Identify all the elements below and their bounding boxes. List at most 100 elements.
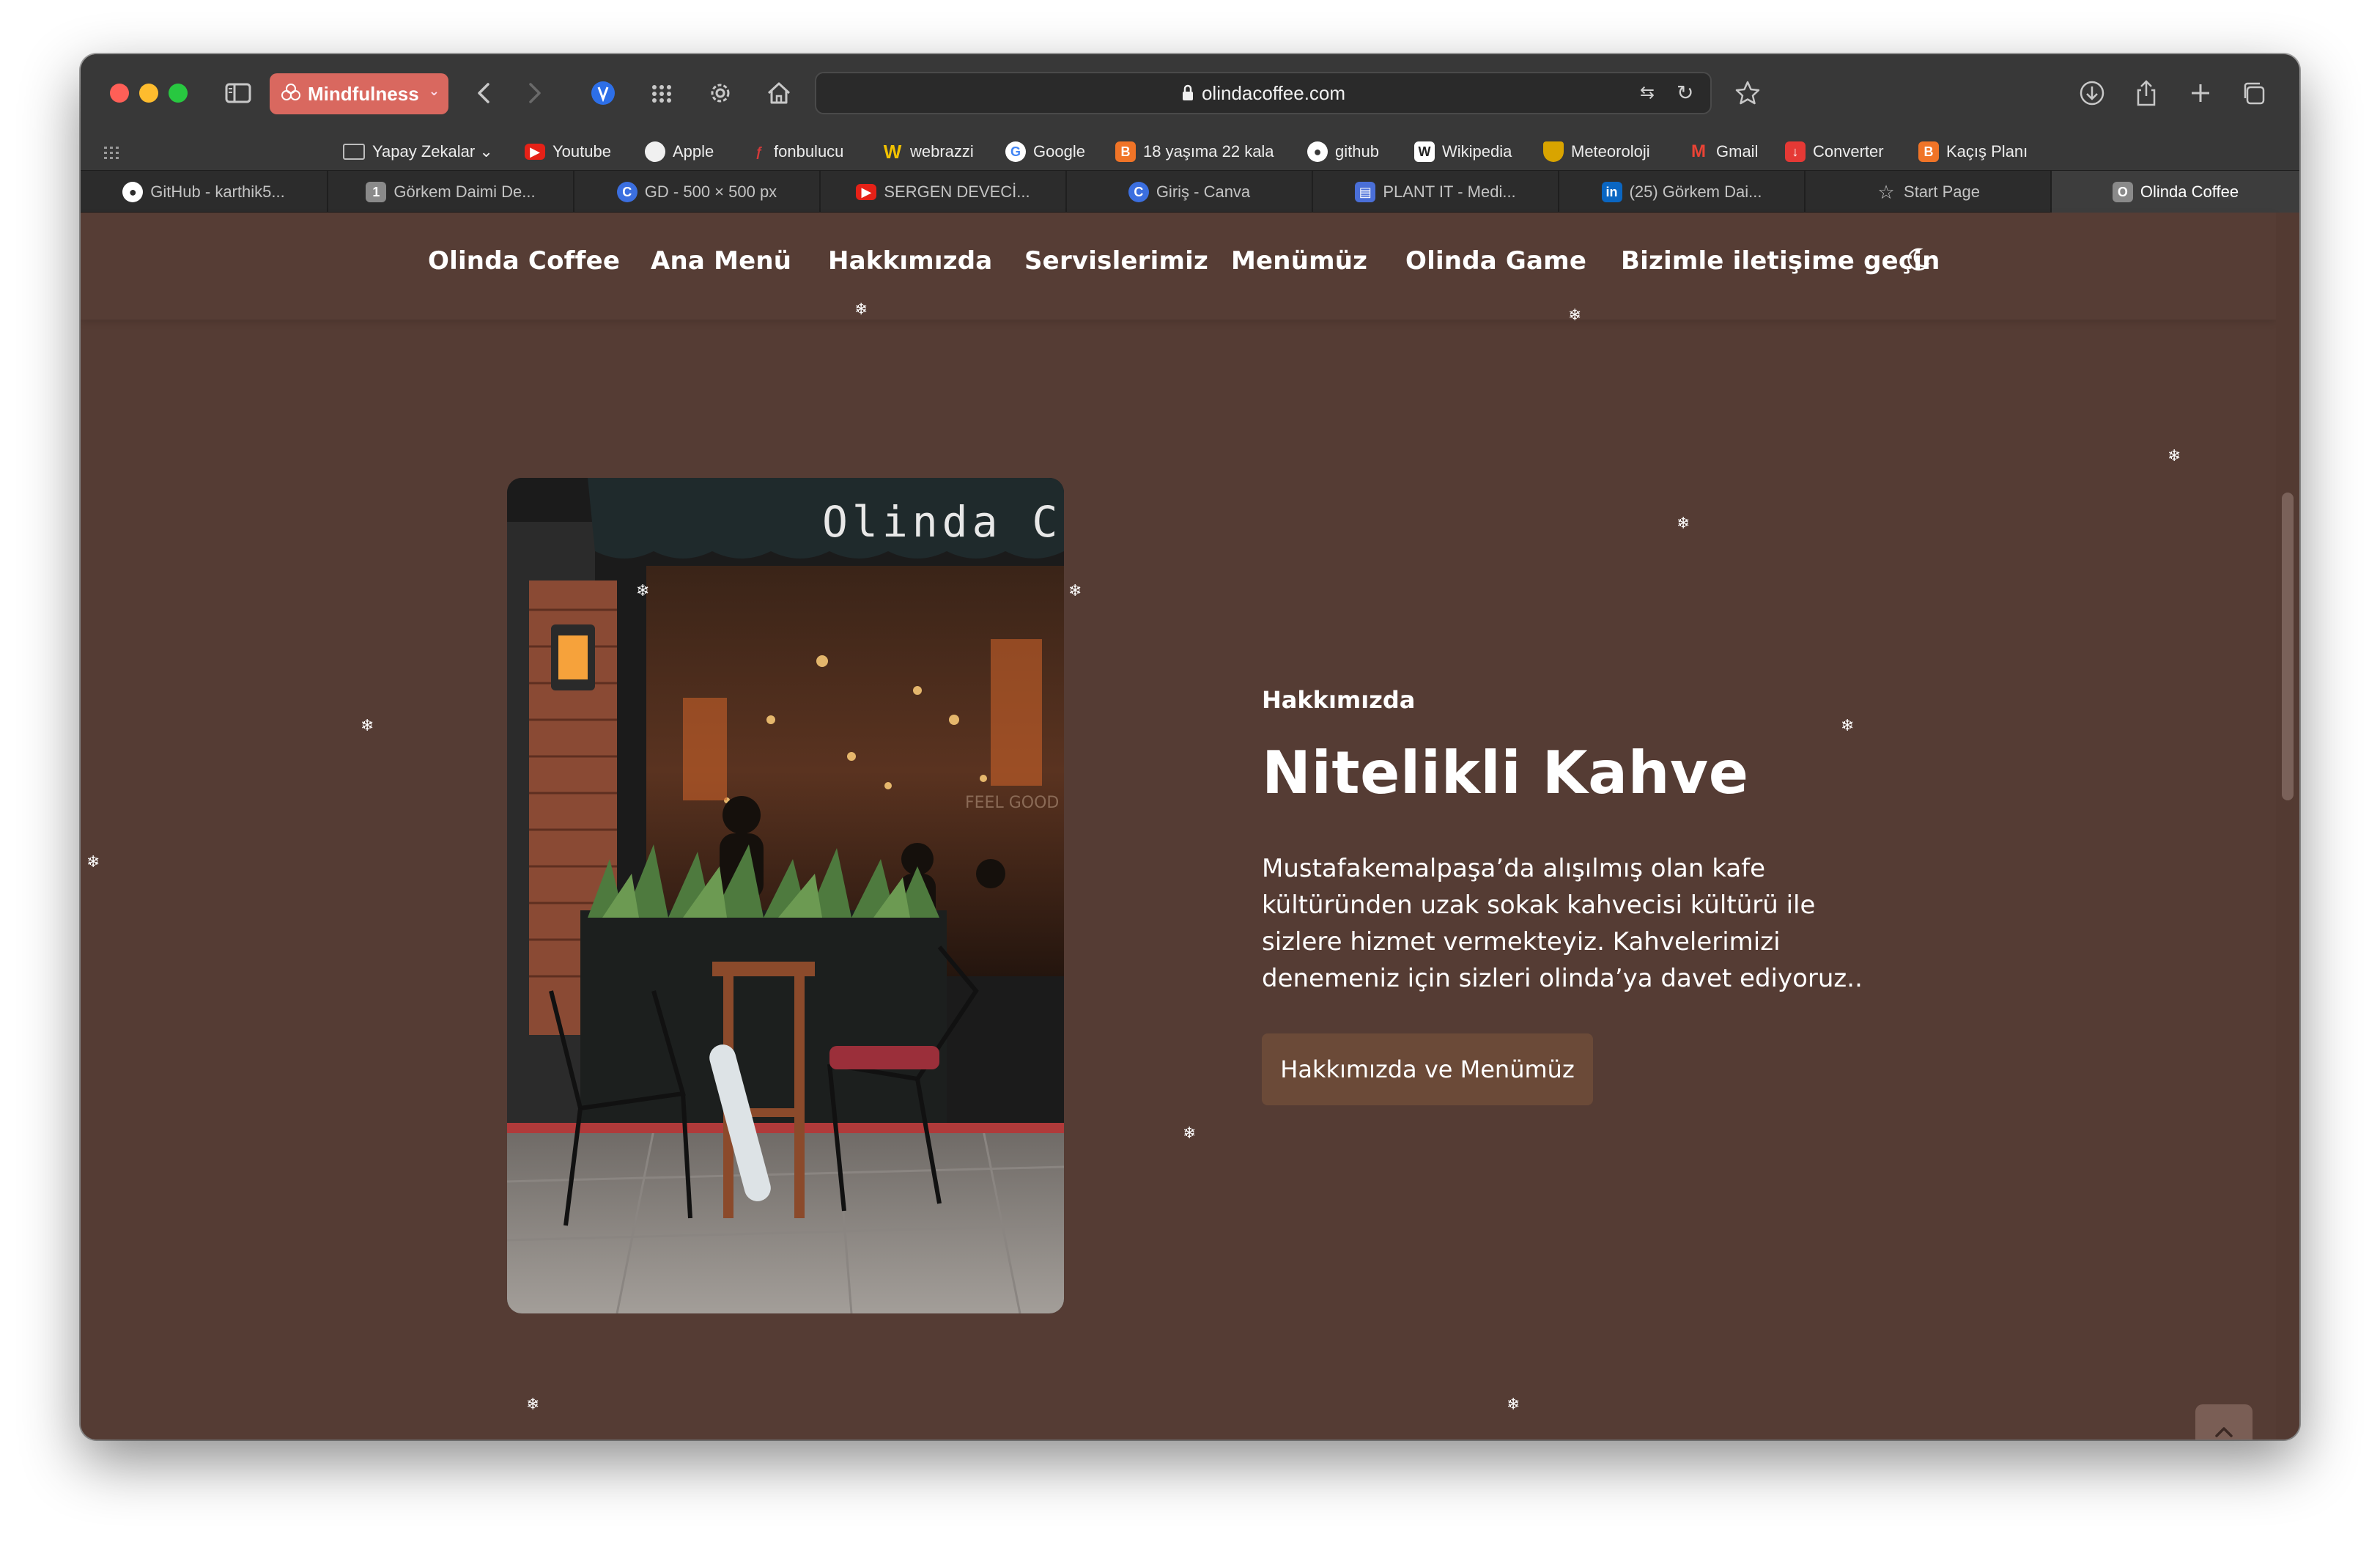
nav-menumuz[interactable]: Menümüz <box>1231 246 1367 276</box>
folder-icon <box>343 144 365 160</box>
section-label: Hakkımızda <box>1262 686 1416 714</box>
webrazzi-icon: W <box>883 140 902 163</box>
tab-olinda-coffee[interactable]: O Olinda Coffee <box>2052 171 2299 213</box>
back-icon[interactable] <box>468 76 501 110</box>
linkedin-icon: in <box>1601 182 1622 202</box>
apps-grid-icon[interactable] <box>645 76 679 110</box>
nav-servislerimiz[interactable]: Servislerimiz <box>1024 246 1208 276</box>
bookmark-kacis-plani[interactable]: B Kaçış Planı <box>1918 139 2028 164</box>
new-tab-icon[interactable] <box>2184 76 2217 110</box>
nav-olinda-game[interactable]: Olinda Game <box>1405 246 1586 276</box>
apple-icon <box>645 141 665 162</box>
bookmark-apple[interactable]: Apple <box>645 139 714 164</box>
nav-brand[interactable]: Olinda Coffee <box>428 246 620 276</box>
scroll-to-top-button[interactable] <box>2195 1404 2252 1440</box>
youtube-icon: ▶ <box>856 184 877 200</box>
tab-gd-canva[interactable]: C GD - 500 × 500 px <box>574 171 821 213</box>
star-icon: ☆ <box>1877 180 1895 203</box>
wikipedia-icon: W <box>1414 141 1435 162</box>
google-icon: G <box>1005 141 1026 162</box>
tab-start-page[interactable]: ☆ Start Page <box>1806 171 2052 213</box>
bookmark-fonbulucu[interactable]: ƒ fonbulucu <box>752 139 843 164</box>
olinda-icon: O <box>2112 182 2133 202</box>
snowflake-icon: ❄ <box>636 582 650 600</box>
tab-sergen-deveci[interactable]: ▶ SERGEN DEVECİ... <box>821 171 1067 213</box>
reload-icon[interactable]: ↻ <box>1677 81 1699 106</box>
translate-icon[interactable]: ⇆ <box>1640 82 1666 104</box>
canva-icon: C <box>1128 182 1149 202</box>
blogger-icon: B <box>1918 141 1939 162</box>
tab-overview-icon[interactable] <box>2238 76 2272 110</box>
downloads-icon[interactable] <box>2075 76 2109 110</box>
about-menu-button[interactable]: Hakkımızda ve Menümüz <box>1262 1033 1593 1105</box>
bookmark-github[interactable]: ● github <box>1307 139 1379 164</box>
fonbulucu-icon: ƒ <box>755 144 763 159</box>
snowflake-icon: ❄ <box>1507 1396 1520 1414</box>
snowflake-icon: ❄ <box>1841 717 1855 735</box>
snowflake-icon: ❄ <box>1677 515 1690 533</box>
mindfulness-icon <box>281 84 300 100</box>
tab-linkedin[interactable]: in (25) Görkem Dai... <box>1559 171 1806 213</box>
number-one-icon: 1 <box>366 182 387 202</box>
profile-selector[interactable]: Mindfulness ⌄ <box>270 73 448 114</box>
feel-good-sign: FEEL GOOD <box>965 794 1059 812</box>
section-description: Mustafakemalpaşa’da alışılmış olan kafe … <box>1262 854 1863 993</box>
github-icon: ● <box>122 182 144 202</box>
extension-icon[interactable] <box>586 76 620 110</box>
bookmarks-grid-icon[interactable] <box>103 144 120 161</box>
zoom-window-button[interactable] <box>169 84 188 103</box>
nav-ana-menu[interactable]: Ana Menü <box>651 246 791 276</box>
profile-label: Mindfulness <box>308 82 419 105</box>
nav-hakkimizda[interactable]: Hakkımızda <box>828 246 992 276</box>
settings-gear-icon[interactable] <box>703 76 737 110</box>
bookmark-converter[interactable]: ↓ Converter <box>1785 139 1884 164</box>
snowflake-icon: ❄ <box>2168 447 2181 465</box>
tab-github[interactable]: ● GitHub - karthik5... <box>81 171 328 213</box>
moon-icon[interactable] <box>1904 245 1930 274</box>
page-scrollbar[interactable] <box>2276 213 2299 1440</box>
site-navbar: Olinda Coffee Ana Menü Hakkımızda Servis… <box>81 213 2276 320</box>
url-text: olindacoffee.com <box>1201 81 1346 104</box>
lock-icon <box>1182 84 1193 100</box>
snowflake-icon: ❄ <box>1568 306 1582 325</box>
address-bar[interactable]: olindacoffee.com ⇆ ↻ <box>815 72 1712 114</box>
converter-icon: ↓ <box>1785 141 1806 162</box>
forward-icon[interactable] <box>517 76 551 110</box>
home-icon[interactable] <box>762 76 796 110</box>
minimize-window-button[interactable] <box>139 84 158 103</box>
tab-giris-canva[interactable]: C Giriş - Canva <box>1067 171 1313 213</box>
plantit-icon: ▤ <box>1355 182 1376 202</box>
bookmark-webrazzi[interactable]: W webrazzi <box>882 139 974 164</box>
browser-toolbar: Mindfulness ⌄ olindacoffee.com ⇆ ↻ <box>81 54 2299 133</box>
bookmark-meteoroloji[interactable]: Meteoroloji <box>1543 139 1650 164</box>
canva-icon: C <box>616 182 638 202</box>
scrollbar-thumb[interactable] <box>2282 493 2294 800</box>
bookmark-youtube[interactable]: ▶ Youtube <box>525 139 611 164</box>
snowflake-icon: ❄ <box>361 717 374 735</box>
snowflake-icon: ❄ <box>1068 582 1082 600</box>
github-icon: ● <box>1307 141 1328 162</box>
meteoroloji-icon <box>1543 141 1564 162</box>
bookmark-wikipedia[interactable]: W Wikipedia <box>1414 139 1512 164</box>
bookmark-18-yasima[interactable]: B 18 yaşıma 22 kala <box>1115 139 1274 164</box>
sidebar-toggle-icon[interactable] <box>221 76 255 110</box>
bookmarks-bar: Yapay Zekalar ⌄ ▶ Youtube Apple ƒ fonbul… <box>81 133 2299 170</box>
bookmark-yapay-zekalar[interactable]: Yapay Zekalar ⌄ <box>343 139 493 164</box>
bookmark-google[interactable]: G Google <box>1005 139 1085 164</box>
nav-iletisim[interactable]: Bizimle iletişime geçin <box>1621 246 1940 276</box>
gmail-icon: M <box>1691 141 1706 161</box>
youtube-icon: ▶ <box>525 144 545 160</box>
cafe-storefront-image: Olinda Co FEEL GOOD <box>507 478 1064 1313</box>
browser-window: Mindfulness ⌄ olindacoffee.com ⇆ ↻ Yapay… <box>81 54 2299 1440</box>
share-icon[interactable] <box>2129 76 2163 110</box>
snowflake-icon: ❄ <box>526 1396 540 1414</box>
page-content: Olinda Coffee Ana Menü Hakkımızda Servis… <box>81 213 2299 1440</box>
snowflake-icon: ❄ <box>854 301 868 319</box>
bookmark-gmail[interactable]: M Gmail <box>1688 139 1758 164</box>
tab-plant-it[interactable]: ▤ PLANT IT - Medi... <box>1313 171 1559 213</box>
storefront-sign: Olinda Co <box>822 497 1064 547</box>
tab-gorkem-daimi[interactable]: 1 Görkem Daimi De... <box>328 171 574 213</box>
close-window-button[interactable] <box>110 84 129 103</box>
blogger-icon: B <box>1115 141 1136 162</box>
favorite-star-icon[interactable] <box>1731 76 1764 110</box>
